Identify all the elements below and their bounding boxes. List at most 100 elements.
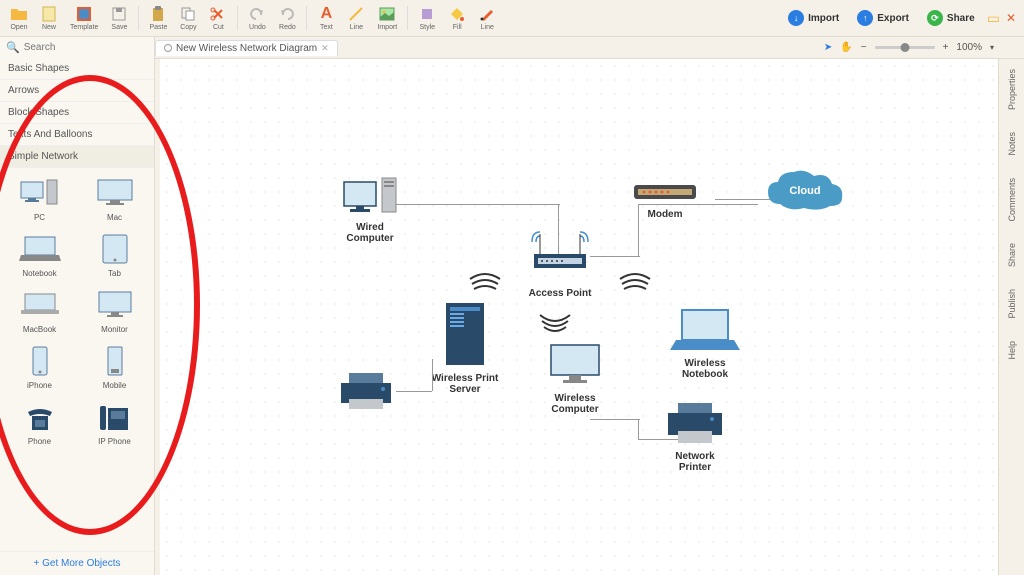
panel-share[interactable]: Share (1007, 243, 1017, 267)
save-button[interactable]: Save (104, 3, 134, 33)
shape-macbook[interactable]: MacBook (6, 286, 73, 336)
shape-tab[interactable]: Tab (81, 230, 148, 280)
node-wireless-computer[interactable]: Wireless Computer (540, 339, 610, 415)
mobile-icon (93, 344, 137, 378)
phone-icon (18, 400, 62, 434)
category-block-shapes[interactable]: Block Shapes (0, 102, 154, 124)
line-style-button[interactable]: Line (472, 3, 502, 33)
ipphone-icon (93, 400, 137, 434)
category-arrows[interactable]: Arrows (0, 80, 154, 102)
tablet-icon (93, 232, 137, 266)
paste-button[interactable]: Paste (143, 3, 173, 33)
shape-mobile[interactable]: Mobile (81, 342, 148, 392)
style-button[interactable]: Style (412, 3, 442, 33)
panel-notes[interactable]: Notes (1007, 132, 1017, 156)
modem-icon (630, 179, 700, 205)
document-tab[interactable]: New Wireless Network Diagram ✕ (155, 40, 338, 56)
panel-comments[interactable]: Comments (1007, 178, 1017, 222)
redo-button[interactable]: Redo (272, 3, 302, 33)
node-cloud[interactable]: Cloud (760, 164, 850, 218)
monitor-icon (93, 288, 137, 322)
zoom-dropdown-icon[interactable]: ▾ (990, 43, 994, 52)
tab-title: New Wireless Network Diagram (176, 43, 317, 54)
pointer-icon[interactable]: ➤ (824, 42, 832, 53)
right-sidebar: Properties Notes Comments Share Publish … (998, 59, 1024, 575)
shape-phone[interactable]: Phone (6, 398, 73, 448)
node-print-server[interactable]: Wireless Print Server (430, 299, 500, 395)
import-action[interactable]: ↓ Import (782, 8, 845, 28)
shape-monitor[interactable]: Monitor (81, 286, 148, 336)
shape-ipphone[interactable]: IP Phone (81, 398, 148, 448)
get-more-objects[interactable]: + Get More Objects (0, 551, 154, 575)
toolbar-right: ↓ Import ↑ Export ⟳ Share ▭ ✕ (782, 8, 1020, 28)
template-button[interactable]: Template (64, 3, 104, 33)
search-input[interactable] (24, 42, 156, 53)
undo-button[interactable]: Undo (242, 3, 272, 33)
zoom-slider[interactable] (875, 46, 935, 49)
undo-icon (248, 5, 266, 23)
minimize-icon[interactable]: ▭ (987, 10, 1000, 27)
shapes-grid: PC Mac Notebook Tab MacBook Monitor iPho… (0, 168, 154, 551)
tab-close-icon[interactable]: ✕ (321, 43, 329, 54)
node-network-printer[interactable]: Network Printer (660, 399, 730, 473)
save-icon (110, 5, 128, 23)
line-button[interactable]: Line (341, 3, 371, 33)
zoom-out-icon[interactable]: − (861, 42, 867, 53)
separator (138, 6, 139, 30)
new-button[interactable]: New (34, 3, 64, 33)
export-action[interactable]: ↑ Export (851, 8, 915, 28)
cut-button[interactable]: Cut (203, 3, 233, 33)
node-modem[interactable]: Modem (630, 179, 700, 220)
shapes-sidebar: 🔍 Basic Shapes Arrows Block Shapes Texts… (0, 37, 155, 575)
panel-publish[interactable]: Publish (1007, 289, 1017, 319)
diagram-canvas[interactable]: Wired Computer Access Point Modem Cloud … (160, 59, 998, 575)
separator (306, 6, 307, 30)
separator (237, 6, 238, 30)
node-access-point[interactable]: Access Point (520, 224, 600, 299)
fill-button[interactable]: Fill (442, 3, 472, 33)
wireless-signal-icon (460, 259, 510, 299)
node-printer[interactable] (335, 369, 397, 413)
fill-icon (448, 5, 466, 23)
main-toolbar: Open New Template Save Paste Copy Cut Un… (0, 0, 1024, 37)
image-icon (378, 5, 396, 23)
pen-icon (478, 5, 496, 23)
copy-button[interactable]: Copy (173, 3, 203, 33)
category-basic-shapes[interactable]: Basic Shapes (0, 58, 154, 80)
zoom-in-icon[interactable]: + (943, 42, 949, 53)
panel-help[interactable]: Help (1007, 341, 1017, 360)
redo-icon (278, 5, 296, 23)
node-wireless-notebook[interactable]: Wireless Notebook (670, 304, 740, 380)
new-file-icon (40, 5, 58, 23)
shape-iphone[interactable]: iPhone (6, 342, 73, 392)
share-action[interactable]: ⟳ Share (921, 8, 981, 28)
shape-mac[interactable]: Mac (81, 174, 148, 224)
category-simple-network[interactable]: Simple Network (0, 146, 154, 168)
import-image-button[interactable]: Import (371, 3, 403, 33)
folder-icon (10, 5, 28, 23)
upload-icon: ↑ (857, 10, 873, 26)
hand-icon[interactable]: ✋ (840, 42, 852, 53)
shape-pc[interactable]: PC (6, 174, 73, 224)
laptop-icon (670, 304, 740, 354)
computer-icon (340, 174, 400, 218)
mac-icon (93, 176, 137, 210)
connection-line (638, 419, 639, 439)
search-row: 🔍 (0, 37, 154, 58)
text-button[interactable]: A Text (311, 3, 341, 33)
paste-icon (149, 5, 167, 23)
monitor-icon (545, 339, 605, 389)
style-icon (418, 5, 436, 23)
close-icon[interactable]: ✕ (1006, 11, 1016, 25)
node-wired-computer[interactable]: Wired Computer (335, 174, 405, 244)
iphone-icon (18, 344, 62, 378)
shape-notebook[interactable]: Notebook (6, 230, 73, 280)
connection-line (396, 391, 432, 392)
open-button[interactable]: Open (4, 3, 34, 33)
svg-text:Cloud: Cloud (789, 185, 820, 197)
connection-line (432, 359, 433, 391)
category-texts-balloons[interactable]: Texts And Balloons (0, 124, 154, 146)
panel-properties[interactable]: Properties (1007, 69, 1017, 110)
scissors-icon (209, 5, 227, 23)
cloud-icon: Cloud (760, 164, 850, 218)
